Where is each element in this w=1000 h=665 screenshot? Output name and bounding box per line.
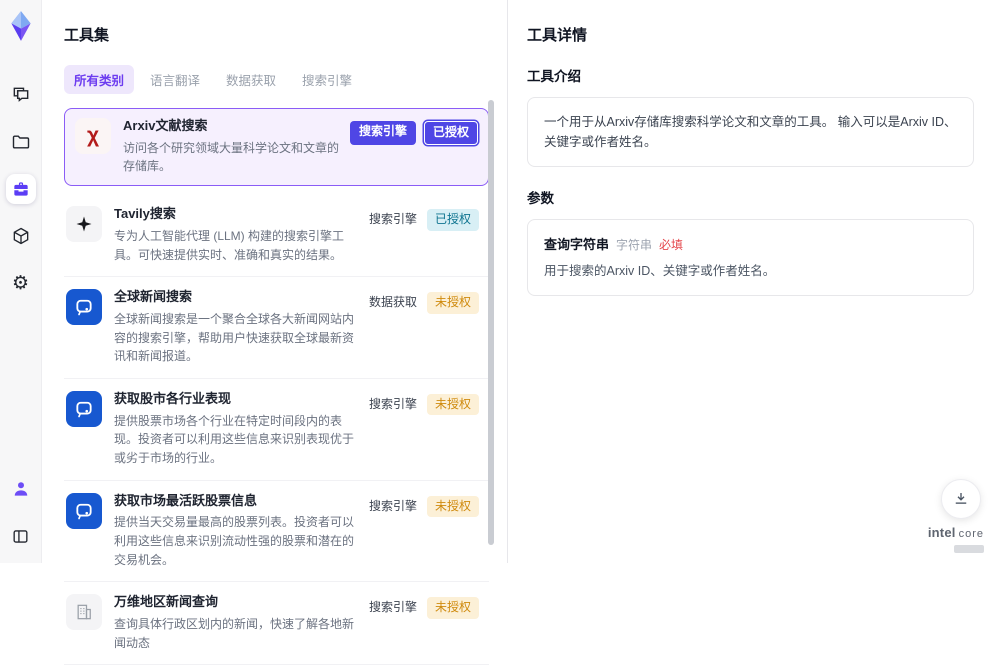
tool-list-item[interactable]: χ Arxiv文献搜索访问各个研究领域大量科学论文和文章的存储库。搜索引擎已授权 — [64, 108, 489, 186]
tab-all[interactable]: 所有类别 — [64, 65, 134, 94]
arxiv-chi-icon: χ — [75, 118, 111, 154]
tool-description: 全球新闻搜索是一个聚合全球各大新闻网站内容的搜索引擎，帮助用户快速获取全球最新资… — [114, 310, 357, 366]
tool-list-item[interactable]: 全球新闻搜索全球新闻搜索是一个聚合全球各大新闻网站内容的搜索引擎，帮助用户快速获… — [64, 277, 489, 379]
app-logo — [7, 10, 35, 42]
category-badge: 搜索引擎 — [367, 496, 419, 518]
tool-description: 提供股票市场各个行业在特定时间段内的表现。投资者可以利用这些信息来识别表现优于或… — [114, 412, 357, 468]
tool-list-item[interactable]: Tavily搜索专为人工智能代理 (LLM) 构建的搜索引擎工具。可快速提供实时… — [64, 194, 489, 277]
tool-title: Arxiv文献搜索 — [123, 118, 340, 135]
param-card: 查询字符串 字符串 必填 用于搜索的Arxiv ID、关键字或作者姓名。 — [527, 219, 974, 296]
auth-badge: 已授权 — [424, 121, 478, 145]
category-tabs: 所有类别语言翻译数据获取搜索引擎 — [64, 65, 489, 94]
tab-translate[interactable]: 语言翻译 — [140, 65, 210, 94]
tab-data[interactable]: 数据获取 — [216, 65, 286, 94]
scrollbar[interactable] — [488, 100, 494, 545]
auth-badge: 未授权 — [427, 597, 479, 619]
param-description: 用于搜索的Arxiv ID、关键字或作者姓名。 — [544, 262, 957, 281]
category-badge: 搜索引擎 — [367, 597, 419, 619]
building-news-icon — [66, 594, 102, 630]
tab-search[interactable]: 搜索引擎 — [292, 65, 362, 94]
download-button[interactable] — [941, 479, 981, 519]
category-badge: 搜索引擎 — [367, 209, 419, 231]
folder-icon[interactable] — [6, 127, 36, 157]
tool-title: Tavily搜索 — [114, 206, 357, 223]
settings-gear-icon[interactable]: ⚙ — [6, 268, 36, 298]
brand-core: core — [959, 528, 984, 540]
user-avatar-icon[interactable] — [6, 474, 36, 504]
detail-title: 工具详情 — [527, 24, 974, 45]
news-bubble-icon — [66, 391, 102, 427]
tool-description: 查询具体行政区划内的新闻，快速了解各地新闻动态 — [114, 615, 357, 652]
toolbox-icon[interactable] — [6, 174, 36, 204]
category-badge: 搜索引擎 — [350, 121, 416, 145]
category-badge: 搜索引擎 — [367, 394, 419, 416]
collapse-panel-icon[interactable] — [6, 521, 36, 551]
auth-badge: 未授权 — [427, 292, 479, 314]
news-bubble-icon — [66, 493, 102, 529]
tool-list: χArxiv文献搜索访问各个研究领域大量科学论文和文章的存储库。搜索引擎已授权T… — [64, 108, 489, 665]
chat-icon[interactable] — [6, 80, 36, 110]
brand-tier-badge — [954, 545, 984, 553]
brand-intel: intel — [928, 525, 956, 540]
tool-title: 全球新闻搜索 — [114, 289, 357, 306]
auth-badge: 已授权 — [427, 209, 479, 231]
auth-badge: 未授权 — [427, 394, 479, 416]
intro-card: 一个用于从Arxiv存储库搜索科学论文和文章的工具。 输入可以是Arxiv ID… — [527, 97, 974, 167]
auth-badge: 未授权 — [427, 496, 479, 518]
intel-core-logo: intelcore — [928, 524, 984, 553]
intro-text: 一个用于从Arxiv存储库搜索科学论文和文章的工具。 输入可以是Arxiv ID… — [544, 112, 957, 152]
package-icon[interactable] — [6, 221, 36, 251]
tool-description: 专为人工智能代理 (LLM) 构建的搜索引擎工具。可快速提供实时、准确和真实的结… — [114, 227, 357, 264]
left-rail: ⚙ — [0, 0, 42, 563]
tool-description: 提供当天交易量最高的股票列表。投资者可以利用这些信息来识别流动性强的股票和潜在的… — [114, 513, 357, 569]
tool-title: 获取股市各行业表现 — [114, 391, 357, 408]
download-icon — [952, 490, 970, 508]
tool-list-item[interactable]: 获取市场最活跃股票信息提供当天交易量最高的股票列表。投资者可以利用这些信息来识别… — [64, 481, 489, 583]
page-title: 工具集 — [64, 24, 489, 45]
intro-heading: 工具介绍 — [527, 65, 974, 85]
tool-list-item[interactable]: 获取股市各行业表现提供股票市场各个行业在特定时间段内的表现。投资者可以利用这些信… — [64, 379, 489, 481]
category-badge: 数据获取 — [367, 292, 419, 314]
tool-title: 万维地区新闻查询 — [114, 594, 357, 611]
tool-detail-panel: 工具详情 工具介绍 一个用于从Arxiv存储库搜索科学论文和文章的工具。 输入可… — [509, 0, 1000, 563]
tool-title: 获取市场最活跃股票信息 — [114, 493, 357, 510]
param-name: 查询字符串 — [544, 234, 609, 253]
params-heading: 参数 — [527, 187, 974, 207]
param-required-badge: 必填 — [659, 236, 683, 253]
tool-list-panel: 工具集 所有类别语言翻译数据获取搜索引擎 χArxiv文献搜索访问各个研究领域大… — [42, 0, 508, 563]
tavily-star-icon — [66, 206, 102, 242]
param-type: 字符串 — [616, 236, 652, 253]
tool-description: 访问各个研究领域大量科学论文和文章的存储库。 — [123, 139, 340, 176]
tool-list-item[interactable]: 万维地区新闻查询查询具体行政区划内的新闻，快速了解各地新闻动态搜索引擎未授权 — [64, 582, 489, 665]
news-bubble-icon — [66, 289, 102, 325]
